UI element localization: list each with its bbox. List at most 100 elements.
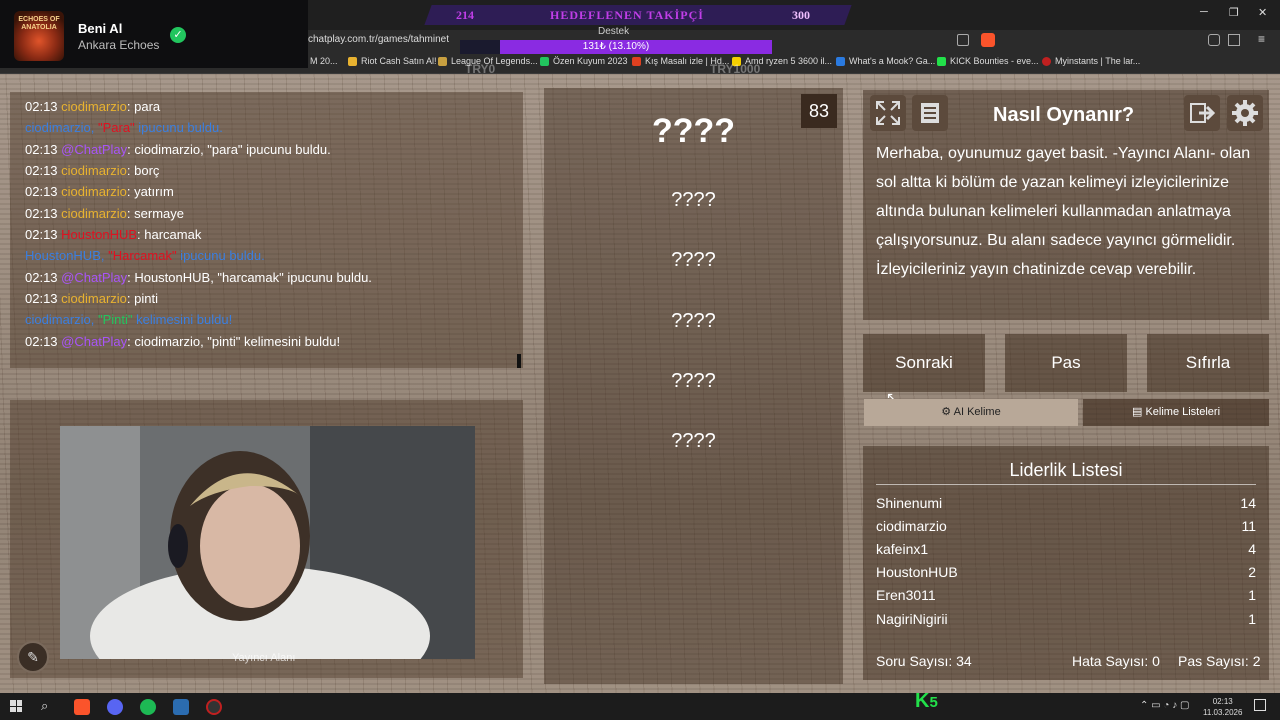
check-circle-icon: ✓ — [170, 27, 186, 43]
chat-username[interactable]: HoustonHUB — [61, 227, 137, 242]
player-name: Eren3011 — [876, 587, 936, 603]
chat-username[interactable]: @ChatPlay — [61, 270, 127, 285]
chat-message: 02:13 ciodimarzio: pinti — [25, 291, 158, 306]
hint-word: ???? — [671, 370, 716, 392]
chat-message: 02:13 @ChatPlay: ciodimarzio, "para" ipu… — [25, 142, 331, 157]
app-icon[interactable] — [173, 699, 189, 715]
chat-text: : yatırım — [126, 184, 174, 199]
bookmark-icon — [438, 56, 447, 66]
reset-button[interactable]: Sıfırla — [1147, 334, 1269, 392]
chat-text: : para — [126, 99, 161, 114]
ai-word-label: AI Kelime — [953, 406, 1001, 418]
goal-title: HEDEFLENEN TAKİPÇİ — [550, 8, 704, 22]
player-score: 11 — [1241, 518, 1256, 534]
close-button[interactable]: ✕ — [1258, 6, 1267, 19]
hint-word: ???? — [671, 310, 716, 332]
error-count: Hata Sayısı: 0 — [1072, 653, 1160, 669]
brave-browser-icon[interactable] — [74, 699, 90, 715]
bookmark-icon — [937, 56, 946, 66]
chat-username[interactable]: @ChatPlay — [61, 142, 127, 157]
chat-username[interactable]: ciodimarzio — [61, 163, 127, 178]
chat-message: 02:13 HoustonHUB: harcamak — [25, 227, 201, 242]
bookmark-item[interactable]: Özen Kuyum 2023 — [540, 56, 628, 66]
pen-icon[interactable]: ✎ — [17, 641, 49, 673]
webcam-image — [60, 426, 475, 659]
extensions-icon[interactable] — [1208, 34, 1220, 46]
hint-word: ???? — [671, 430, 716, 452]
ai-word-button[interactable]: ⚙ AI Kelime — [864, 399, 1078, 426]
player-score: 1 — [1248, 587, 1256, 603]
player-score: 14 — [1240, 495, 1256, 511]
bookmark-item[interactable]: Riot Cash Satın Al! — [348, 56, 437, 66]
leaderboard-row: Shinenumi 14 — [876, 495, 1256, 511]
clock-time: 02:13 — [1212, 697, 1233, 706]
tray-icons[interactable]: ⌃ ▭ ◔ ♪ ▢ — [1140, 700, 1189, 711]
discord-icon[interactable] — [107, 699, 123, 715]
notification-icon[interactable] — [1254, 699, 1266, 711]
leaderboard-title: Liderlik Listesi — [1009, 460, 1123, 480]
player-name: ciodimarzio — [876, 518, 947, 534]
brave-shield-icon[interactable] — [981, 33, 995, 47]
word-lists-button[interactable]: ▤ Kelime Listeleri — [1083, 399, 1269, 426]
exit-icon[interactable] — [1184, 95, 1220, 131]
chat-username[interactable]: ciodimarzio — [61, 291, 127, 306]
pass-count: Pas Sayısı: 2 — [1178, 653, 1261, 669]
channel-logo-text: ECHOES OF ANATOLIA — [18, 16, 60, 31]
obs-icon[interactable] — [206, 699, 222, 715]
bookmark-item[interactable]: KICK Bounties - eve... — [937, 56, 1039, 66]
chat-timestamp: 02:13 — [25, 291, 62, 306]
pass-button[interactable]: Pas — [1005, 334, 1127, 392]
document-icon: ▤ — [1131, 406, 1143, 418]
leaderboard-panel — [863, 446, 1269, 680]
chat-text: : sermaye — [126, 206, 184, 221]
sidebar-icon[interactable] — [1228, 34, 1240, 46]
chat-username[interactable]: ciodimarzio — [61, 206, 127, 221]
url-text[interactable]: chatplay.com.tr/games/tahminet — [308, 34, 449, 45]
chat-username[interactable]: @ChatPlay — [61, 334, 127, 349]
search-icon[interactable]: ⌕ — [41, 698, 48, 714]
chat-timestamp: 02:13 — [25, 206, 62, 221]
kick-logo: K5 — [915, 690, 938, 712]
chat-timestamp: 02:13 — [25, 184, 62, 199]
word-lists-label: Kelime Listeleri — [1145, 406, 1221, 418]
goal-current: 214 — [456, 8, 474, 22]
spotify-icon[interactable] — [140, 699, 156, 715]
bookmark-icon — [348, 56, 357, 66]
leaderboard-row: HoustonHUB 2 — [876, 564, 1256, 580]
next-button[interactable]: Sonraki — [863, 334, 985, 392]
bookmark-item[interactable]: Myinstants | The lar... — [1042, 56, 1140, 66]
share-icon[interactable] — [957, 34, 969, 46]
chat-message: 02:13 ciodimarzio: sermaye — [25, 206, 184, 221]
chat-timestamp: 02:13 — [25, 99, 62, 114]
bookmark-item[interactable]: M 20... — [310, 56, 338, 66]
list-icon[interactable] — [912, 95, 948, 131]
bookmark-icon — [632, 56, 641, 66]
chat-message: 02:13 ciodimarzio: yatırım — [25, 184, 174, 199]
player-name: HoustonHUB — [876, 564, 958, 580]
fullscreen-icon[interactable] — [870, 95, 906, 131]
chat-message: HoustonHUB, "Harcamak" ipucunu buldu. — [25, 248, 265, 263]
leaderboard-row: Eren3011 1 — [876, 587, 1256, 603]
chat-text: : harcamak — [137, 227, 202, 242]
chat-username[interactable]: ciodimarzio — [61, 184, 127, 199]
windows-start-icon[interactable] — [10, 700, 22, 712]
chat-username[interactable]: ciodimarzio — [61, 99, 127, 114]
chat-timestamp: 02:13 — [25, 334, 62, 349]
how-to-play-title: Nasıl Oynanır? — [993, 104, 1135, 126]
hint-word: ???? — [671, 189, 716, 211]
restore-button[interactable]: ❐ — [1229, 6, 1239, 19]
player-name: NagiriNigirii — [876, 611, 948, 627]
player-score: 4 — [1248, 541, 1256, 557]
bookmark-icon — [836, 56, 845, 66]
clock[interactable]: 02:13 11.03.2026 — [1203, 696, 1242, 718]
goal-target: 300 — [792, 8, 810, 22]
leaderboard-row: ciodimarzio 11 — [876, 518, 1256, 534]
minimize-button[interactable]: ─ — [1200, 6, 1208, 18]
menu-icon[interactable]: ≡ — [1258, 32, 1265, 46]
support-progress: 131₺ (13.10%) — [460, 40, 772, 54]
profile-name: Beni Al — [78, 21, 123, 36]
chat-scrollbar[interactable] — [517, 354, 521, 368]
bookmark-item[interactable]: What's a Mook? Ga... — [836, 56, 935, 66]
gear-icon[interactable] — [1227, 95, 1263, 131]
chat-text: : ciodimarzio, "para" ipucunu buldu. — [127, 142, 331, 157]
